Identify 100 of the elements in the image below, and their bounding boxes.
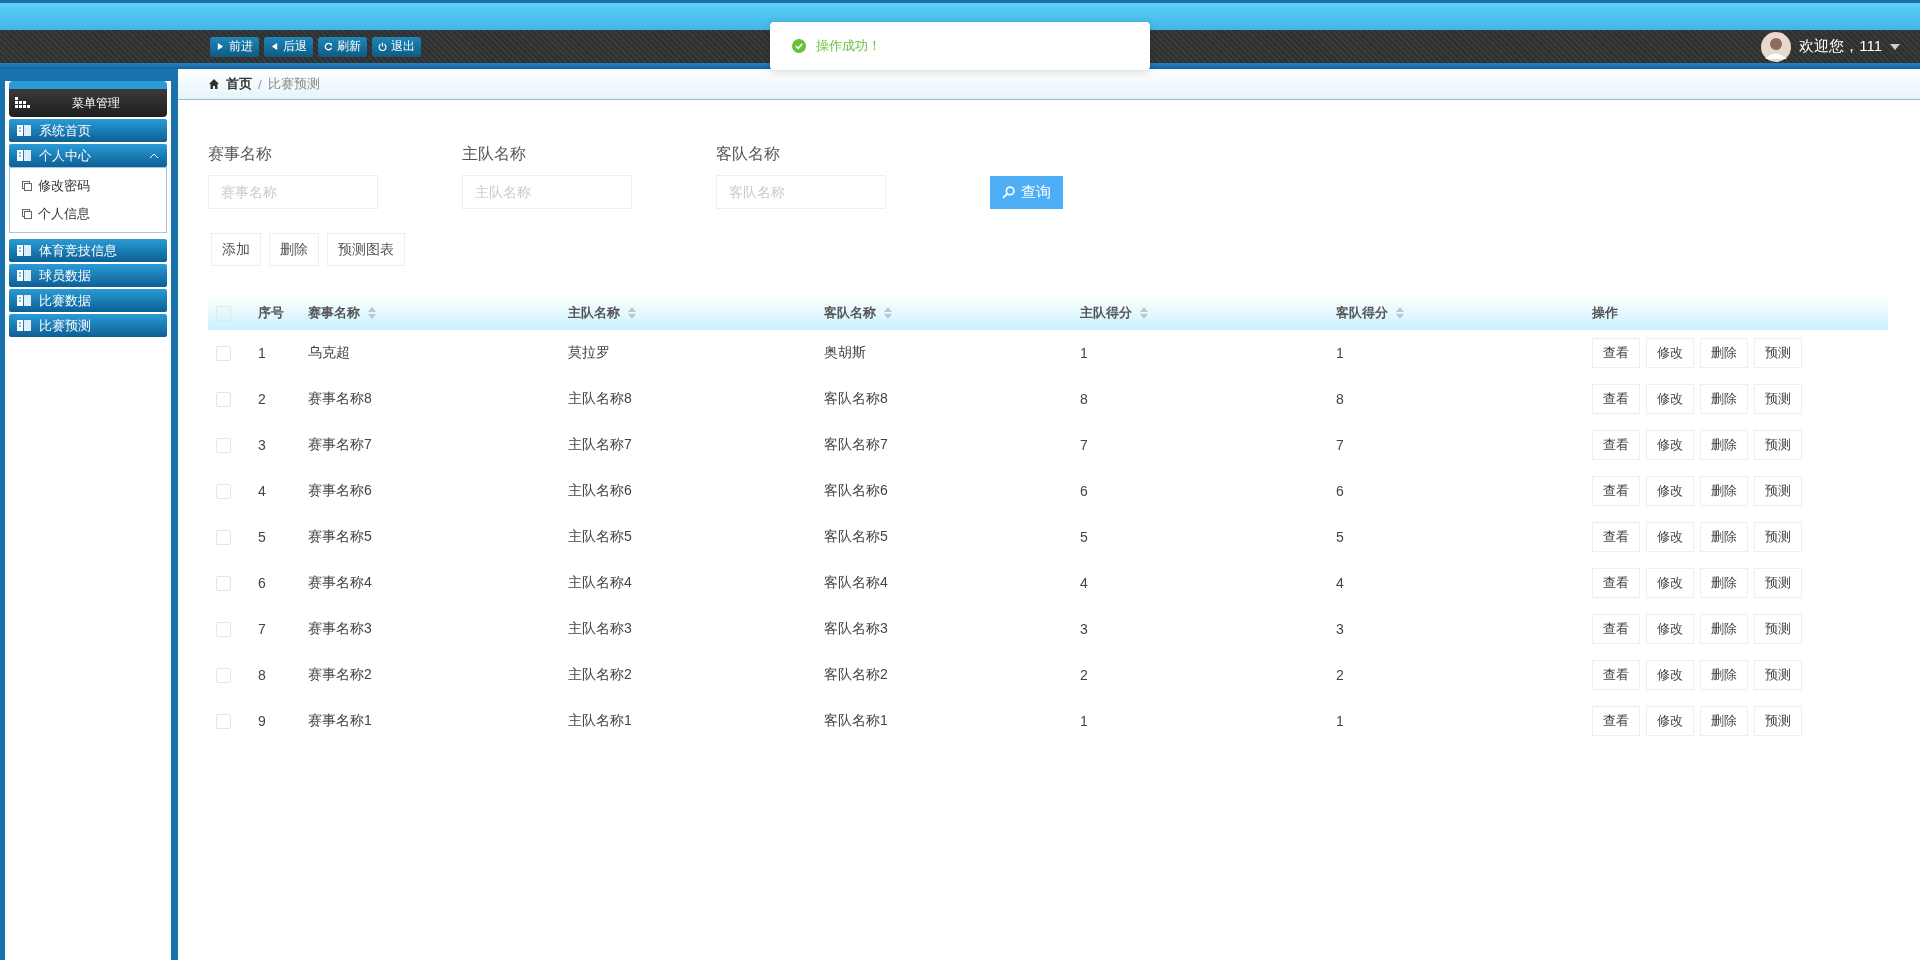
row-action-button[interactable]: 查看 xyxy=(1592,476,1640,506)
checkbox[interactable] xyxy=(216,713,231,729)
row-action-button[interactable]: 修改 xyxy=(1646,706,1694,736)
action-button[interactable]: 添加 xyxy=(211,233,261,266)
row-action-button[interactable]: 预测 xyxy=(1754,522,1802,552)
table-cell: 5 xyxy=(258,529,266,545)
row-action-button[interactable]: 查看 xyxy=(1592,384,1640,414)
sidebar-item[interactable]: 球员数据 xyxy=(9,264,167,287)
table-cell: 客队名称7 xyxy=(824,436,888,454)
sort-icon[interactable] xyxy=(368,307,376,319)
table-cell: 主队名称7 xyxy=(568,436,632,454)
filter-label: 主队名称 xyxy=(462,144,527,164)
toolbar-button[interactable]: 退出 xyxy=(372,36,421,57)
submenu-item[interactable]: 个人信息 xyxy=(10,200,166,228)
caret-icon[interactable] xyxy=(1890,43,1900,50)
checkbox[interactable] xyxy=(216,391,231,407)
submenu-item[interactable]: 修改密码 xyxy=(10,172,166,200)
sidebar-item[interactable]: 系统首页 xyxy=(9,119,167,142)
row-action-button[interactable]: 预测 xyxy=(1754,660,1802,690)
table-cell: 赛事名称8 xyxy=(308,390,372,408)
row-action-button[interactable]: 删除 xyxy=(1700,660,1748,690)
column-header[interactable]: 主队名称 xyxy=(568,304,636,322)
action-button[interactable]: 删除 xyxy=(269,233,319,266)
column-header[interactable]: 客队得分 xyxy=(1336,304,1404,322)
copy-icon xyxy=(22,181,32,191)
book-icon xyxy=(17,295,31,306)
row-action-button[interactable]: 删除 xyxy=(1700,430,1748,460)
table-cell: 1 xyxy=(1336,713,1344,729)
row-action-button[interactable]: 删除 xyxy=(1700,476,1748,506)
row-action-button[interactable]: 修改 xyxy=(1646,568,1694,598)
row-action-button[interactable]: 预测 xyxy=(1754,614,1802,644)
toolbar-button[interactable]: 后退 xyxy=(264,36,313,57)
grid-icon xyxy=(15,97,31,109)
breadcrumb-current: 比赛预测 xyxy=(267,75,320,93)
table-cell: 6 xyxy=(258,575,266,591)
toolbar-button[interactable]: 前进 xyxy=(210,36,259,57)
sort-icon[interactable] xyxy=(884,307,892,319)
sort-icon[interactable] xyxy=(1140,307,1148,319)
row-action-button[interactable]: 查看 xyxy=(1592,522,1640,552)
table-cell: 赛事名称1 xyxy=(308,712,372,730)
checkbox[interactable] xyxy=(216,575,231,591)
row-action-button[interactable]: 删除 xyxy=(1700,614,1748,644)
filter-label: 赛事名称 xyxy=(208,144,273,164)
column-header[interactable]: 主队得分 xyxy=(1080,304,1148,322)
column-header[interactable]: 客队名称 xyxy=(824,304,892,322)
row-action-button[interactable]: 预测 xyxy=(1754,706,1802,736)
table-cell: 主队名称2 xyxy=(568,666,632,684)
row-action-button[interactable]: 预测 xyxy=(1754,430,1802,460)
breadcrumb-link[interactable]: 首页 xyxy=(226,75,252,93)
row-action-button[interactable]: 查看 xyxy=(1592,568,1640,598)
table-cell: 莫拉罗 xyxy=(568,344,610,362)
table-cell: 4 xyxy=(258,483,266,499)
row-action-button[interactable]: 删除 xyxy=(1700,338,1748,368)
book-icon xyxy=(17,320,31,331)
row-action-button[interactable]: 删除 xyxy=(1700,384,1748,414)
sidebar-item[interactable]: 体育竞技信息 xyxy=(9,239,167,262)
row-action-button[interactable]: 预测 xyxy=(1754,384,1802,414)
table-cell: 9 xyxy=(258,713,266,729)
row-action-button[interactable]: 预测 xyxy=(1754,338,1802,368)
row-action-button[interactable]: 预测 xyxy=(1754,568,1802,598)
row-action-button[interactable]: 删除 xyxy=(1700,706,1748,736)
row-action-button[interactable]: 删除 xyxy=(1700,522,1748,552)
checkbox[interactable] xyxy=(216,483,231,499)
action-button[interactable]: 预测图表 xyxy=(327,233,405,266)
table-cell: 奥胡斯 xyxy=(824,344,866,362)
sort-icon[interactable] xyxy=(628,307,636,319)
row-action-button[interactable]: 修改 xyxy=(1646,384,1694,414)
toolbar-button[interactable]: 刷新 xyxy=(318,36,367,57)
sidebar-item[interactable]: 比赛预测 xyxy=(9,314,167,337)
table-cell: 赛事名称4 xyxy=(308,574,372,592)
back-icon xyxy=(270,42,279,51)
avatar-icon[interactable] xyxy=(1761,31,1792,62)
checkbox[interactable] xyxy=(216,437,231,453)
row-action-button[interactable]: 查看 xyxy=(1592,660,1640,690)
sidebar-item[interactable]: 比赛数据 xyxy=(9,289,167,312)
checkbox[interactable] xyxy=(216,621,231,637)
row-action-button[interactable]: 查看 xyxy=(1592,338,1640,368)
row-action-button[interactable]: 修改 xyxy=(1646,476,1694,506)
column-header[interactable]: 赛事名称 xyxy=(308,304,376,322)
checkbox[interactable] xyxy=(216,305,231,321)
table-cell: 5 xyxy=(1336,529,1344,545)
row-action-button[interactable]: 修改 xyxy=(1646,338,1694,368)
checkbox[interactable] xyxy=(216,529,231,545)
column-header[interactable]: 序号 xyxy=(258,304,284,322)
checkbox[interactable] xyxy=(216,667,231,683)
checkbox[interactable] xyxy=(216,345,231,361)
row-action-button[interactable]: 修改 xyxy=(1646,614,1694,644)
column-header[interactable]: 操作 xyxy=(1592,304,1618,322)
row-action-button[interactable]: 查看 xyxy=(1592,614,1640,644)
row-action-button[interactable]: 查看 xyxy=(1592,430,1640,460)
book-icon xyxy=(17,150,31,161)
table-cell: 客队名称5 xyxy=(824,528,888,546)
row-action-button[interactable]: 修改 xyxy=(1646,430,1694,460)
row-action-button[interactable]: 删除 xyxy=(1700,568,1748,598)
sidebar-item[interactable]: 个人中心 xyxy=(9,144,167,167)
row-action-button[interactable]: 修改 xyxy=(1646,660,1694,690)
row-action-button[interactable]: 查看 xyxy=(1592,706,1640,736)
row-action-button[interactable]: 预测 xyxy=(1754,476,1802,506)
row-action-button[interactable]: 修改 xyxy=(1646,522,1694,552)
sort-icon[interactable] xyxy=(1396,307,1404,319)
